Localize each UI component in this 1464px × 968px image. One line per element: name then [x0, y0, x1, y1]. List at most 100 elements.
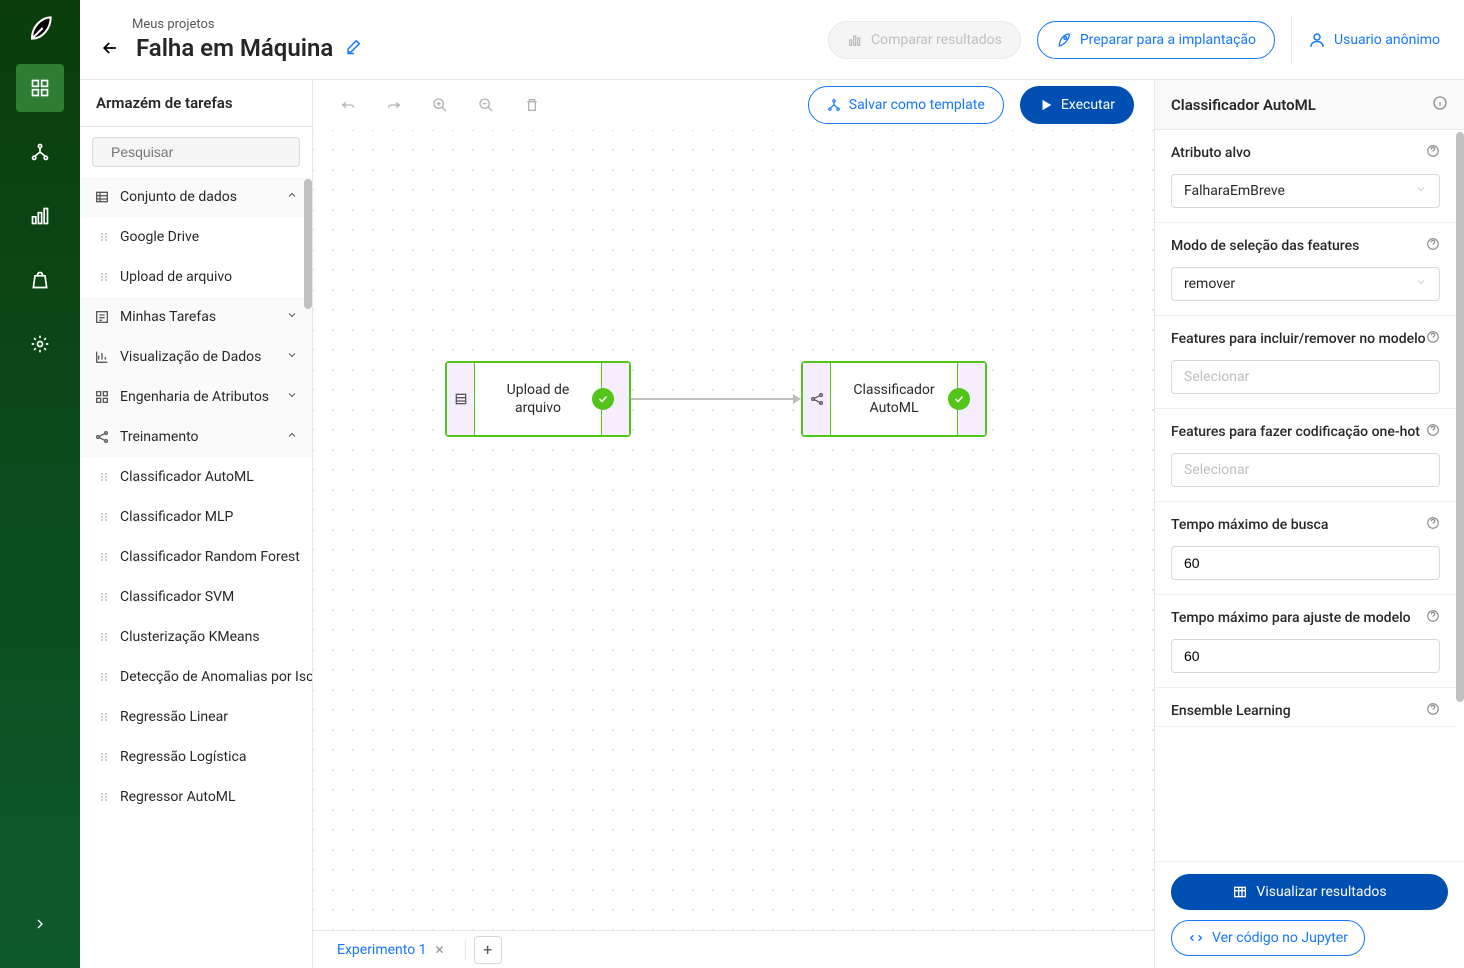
- leaf-kmeans[interactable]: Clusterização KMeans: [80, 617, 312, 657]
- field-fittime-label: Tempo máximo para ajuste de modelo: [1171, 610, 1411, 626]
- category-dataset-label: Conjunto de dados: [120, 189, 237, 205]
- drag-icon: [98, 591, 110, 603]
- user-menu[interactable]: Usuario anônimo: [1308, 31, 1440, 49]
- help-icon[interactable]: [1426, 144, 1440, 162]
- leaf-logistic-regression[interactable]: Regressão Logística: [80, 737, 312, 777]
- category-feateng[interactable]: Engenharia de Atributos: [80, 377, 312, 417]
- tasks-icon: [94, 309, 110, 325]
- back-button[interactable]: [96, 34, 124, 62]
- nav-rail: [0, 0, 80, 968]
- leaf-linear-regression[interactable]: Regressão Linear: [80, 697, 312, 737]
- redo-button[interactable]: [379, 90, 409, 120]
- breadcrumb[interactable]: Meus projetos: [132, 17, 215, 32]
- nav-dashboard[interactable]: [16, 64, 64, 112]
- field-onehot-label: Features para fazer codificação one-hot: [1171, 424, 1420, 440]
- drag-icon: [98, 551, 110, 563]
- tab-close-button[interactable]: ✕: [435, 943, 445, 957]
- chevron-down-icon: [286, 389, 298, 405]
- select-placeholder: Selecionar: [1184, 369, 1249, 385]
- sidebar-title: Armazém de tarefas: [80, 80, 312, 127]
- save-template-label: Salvar como template: [849, 97, 985, 113]
- sidebar-scrollbar[interactable]: [304, 177, 312, 968]
- nav-store[interactable]: [16, 256, 64, 304]
- category-viz[interactable]: Visualização de Dados: [80, 337, 312, 377]
- nav-settings[interactable]: [16, 320, 64, 368]
- edge-arrowhead: [793, 394, 801, 404]
- node-automl-classifier[interactable]: Classificador AutoML: [801, 361, 987, 437]
- drag-icon: [98, 231, 110, 243]
- flow-edge[interactable]: [631, 398, 795, 400]
- leaf-upload[interactable]: Upload de arquivo: [80, 257, 312, 297]
- node-input-handle[interactable]: [803, 363, 831, 435]
- drag-icon: [98, 471, 110, 483]
- leaf-automl-regressor[interactable]: Regressor AutoML: [80, 777, 312, 817]
- header: Meus projetos Falha em Máquina Comparar …: [80, 0, 1464, 80]
- nav-expand[interactable]: [16, 900, 64, 948]
- node-input-handle[interactable]: [447, 363, 475, 435]
- category-mytasks[interactable]: Minhas Tarefas: [80, 297, 312, 337]
- chevron-up-icon: [286, 429, 298, 445]
- chevron-down-icon: [286, 349, 298, 365]
- node-upload-file[interactable]: Upload de arquivo: [445, 361, 631, 437]
- leaf-label: Classificador SVM: [120, 589, 234, 605]
- category-dataset[interactable]: Conjunto de dados: [80, 177, 312, 217]
- field-ensemble-label: Ensemble Learning: [1171, 703, 1291, 719]
- zoom-in-button[interactable]: [425, 90, 455, 120]
- target-select[interactable]: FalharaEmBreve: [1171, 174, 1440, 208]
- execute-label: Executar: [1061, 97, 1115, 113]
- save-template-button[interactable]: Salvar como template: [808, 86, 1004, 124]
- help-icon[interactable]: [1426, 423, 1440, 441]
- view-results-label: Visualizar resultados: [1256, 884, 1386, 900]
- nav-flow[interactable]: [16, 128, 64, 176]
- panel-title: Classificador AutoML: [1171, 96, 1316, 114]
- view-results-button[interactable]: Visualizar resultados: [1171, 874, 1448, 910]
- search-input[interactable]: [111, 144, 292, 160]
- drag-icon: [98, 271, 110, 283]
- leaf-rf-classifier[interactable]: Classificador Random Forest: [80, 537, 312, 577]
- view-jupyter-button[interactable]: Ver código no Jupyter: [1171, 920, 1365, 956]
- select-value: remover: [1184, 276, 1235, 292]
- help-icon[interactable]: [1426, 702, 1440, 720]
- help-icon[interactable]: [1426, 609, 1440, 627]
- experiment-tabs: Experimento 1 ✕ +: [313, 930, 1154, 968]
- nav-chart[interactable]: [16, 192, 64, 240]
- add-tab-button[interactable]: +: [474, 936, 502, 964]
- category-training-label: Treinamento: [120, 429, 199, 445]
- searchtime-input[interactable]: [1171, 546, 1440, 580]
- leaf-anomaly-isolation[interactable]: Detecção de Anomalias por Isolation Fore…: [80, 657, 312, 697]
- category-training[interactable]: Treinamento: [80, 417, 312, 457]
- undo-button[interactable]: [333, 90, 363, 120]
- compare-results-button: Comparar resultados: [828, 21, 1021, 59]
- select-value: FalharaEmBreve: [1184, 183, 1285, 199]
- featinclude-select[interactable]: Selecionar: [1171, 360, 1440, 394]
- execute-button[interactable]: Executar: [1020, 86, 1134, 124]
- fittime-input[interactable]: [1171, 639, 1440, 673]
- chevron-up-icon: [286, 189, 298, 205]
- search-input-wrap[interactable]: [92, 137, 300, 167]
- help-icon[interactable]: [1426, 516, 1440, 534]
- tab-experiment-1[interactable]: Experimento 1 ✕: [325, 936, 457, 964]
- flow-canvas[interactable]: Upload de arquivo Classificador AutoML: [313, 130, 1154, 930]
- leaf-automl-classifier[interactable]: Classificador AutoML: [80, 457, 312, 497]
- play-icon: [1039, 98, 1053, 112]
- help-icon[interactable]: [1426, 237, 1440, 255]
- panel-info-button[interactable]: [1432, 95, 1448, 115]
- leaf-svm-classifier[interactable]: Classificador SVM: [80, 577, 312, 617]
- leaf-mlp-classifier[interactable]: Classificador MLP: [80, 497, 312, 537]
- panel-scrollbar[interactable]: [1456, 130, 1464, 861]
- leaf-label: Regressão Linear: [120, 709, 228, 725]
- delete-button[interactable]: [517, 90, 547, 120]
- leaf-label: Regressão Logística: [120, 749, 246, 765]
- field-target-label: Atributo alvo: [1171, 145, 1251, 161]
- database-icon: [94, 189, 110, 205]
- featmode-select[interactable]: remover: [1171, 267, 1440, 301]
- field-featmode-label: Modo de seleção das features: [1171, 238, 1359, 254]
- onehot-select[interactable]: Selecionar: [1171, 453, 1440, 487]
- zoom-out-button[interactable]: [471, 90, 501, 120]
- prepare-deploy-label: Preparar para a implantação: [1080, 32, 1256, 48]
- help-icon[interactable]: [1426, 330, 1440, 348]
- leaf-google-drive[interactable]: Google Drive: [80, 217, 312, 257]
- edit-title-button[interactable]: [345, 37, 363, 59]
- tab-label: Experimento 1: [337, 942, 427, 958]
- prepare-deploy-button[interactable]: Preparar para a implantação: [1037, 21, 1275, 59]
